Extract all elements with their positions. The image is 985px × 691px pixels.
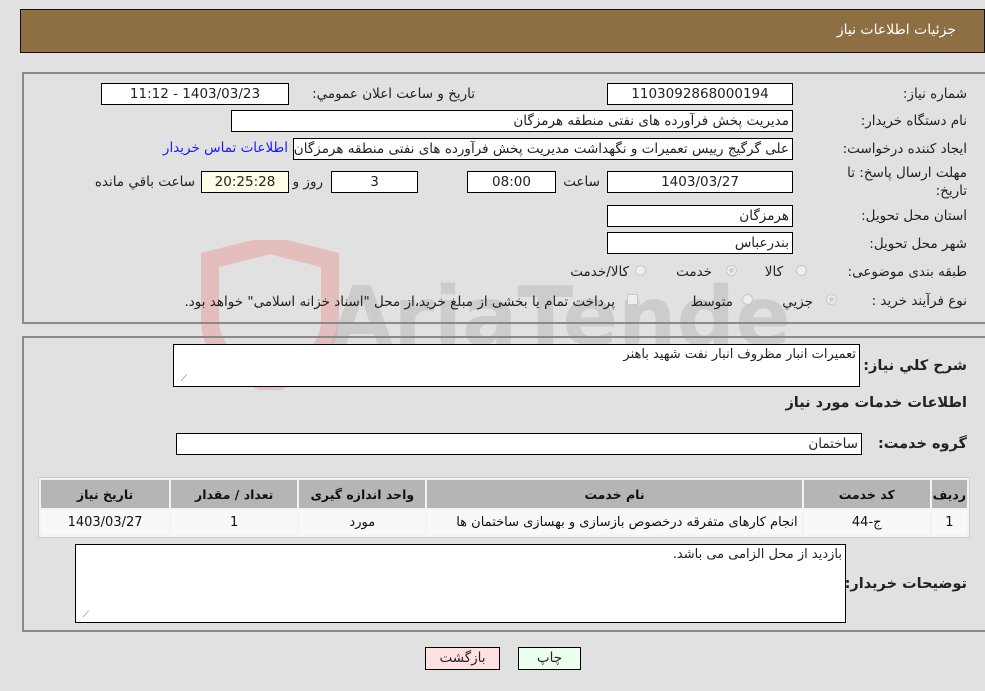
city-label: شهر محل تحويل:	[869, 236, 967, 252]
purchase-type-label: نوع فرآيند خريد :	[871, 293, 967, 309]
print-button[interactable]: چاپ	[518, 647, 581, 670]
deadline-time-field[interactable]: 08:00	[467, 171, 556, 193]
cell-need-date: 1403/03/27	[41, 510, 170, 535]
purchase-type-radio-medium[interactable]	[742, 294, 753, 305]
col-header-quantity: تعداد / مقدار	[171, 480, 298, 508]
service-group-label: گروه خدمت:	[877, 436, 967, 452]
buyer-org-field[interactable]: مديريت پخش فرآورده هاى نفتى منطقه هرمزگا…	[231, 110, 793, 132]
category-label: طبقه بندی موضوعی:	[847, 264, 967, 280]
need-number-field[interactable]: 1103092868000194	[607, 83, 793, 105]
cell-unit: مورد	[299, 510, 426, 535]
buyer-notes-text: بازديد از محل الزامى مى باشد.	[672, 547, 842, 562]
services-heading: اطلاعات خدمات مورد نياز	[785, 395, 967, 411]
province-field[interactable]: هرمزگان	[607, 205, 793, 227]
need-number-label: شماره نیاز:	[902, 86, 967, 102]
col-header-need-date: تاريخ نياز	[41, 480, 170, 508]
time-remaining-label: ساعت باقي مانده	[94, 174, 195, 190]
category-option-goods-service: کالا/خدمت	[570, 264, 629, 280]
deadline-date-field[interactable]: 1403/03/27	[607, 171, 793, 193]
category-radio-service[interactable]	[726, 265, 737, 276]
days-remaining-field[interactable]: 3	[331, 171, 418, 193]
resize-grip-icon[interactable]: ⟋	[177, 374, 187, 384]
page-header: جزئیات اطلاعات نیاز	[20, 9, 985, 53]
description-textarea[interactable]: تعميرات انبار مظروف انبار نفت شهيد باهنر…	[173, 344, 860, 387]
category-option-goods: کالا	[764, 264, 783, 280]
table-row: 1 ج-44 انجام کارهای متفرقه درخصوص بازساز…	[41, 510, 967, 535]
deadline-label-line1: مهلت ارسال پاسخ: تا	[847, 165, 967, 181]
category-radio-goods-service[interactable]	[635, 265, 646, 276]
buyer-contact-link[interactable]: اطلاعات تماس خريدار	[163, 140, 288, 156]
table-header-row: رديف کد خدمت نام خدمت واحد اندازه گيری ت…	[41, 480, 967, 508]
service-group-field[interactable]: ساختمان	[176, 433, 862, 455]
treasury-note: پرداخت تمام يا بخشى از مبلغ خريد،از محل …	[184, 294, 615, 310]
buyer-org-label: نام دستگاه خريدار:	[860, 113, 967, 129]
services-table: رديف کد خدمت نام خدمت واحد اندازه گيری ت…	[38, 477, 970, 538]
back-button[interactable]: بازگشت	[425, 647, 500, 670]
cell-service-name: انجام کارهای متفرقه درخصوص بازسازی و بهس…	[427, 510, 802, 535]
purchase-type-option-medium: متوسط	[690, 294, 733, 310]
buyer-notes-label: توضيحات خريدار:	[844, 576, 967, 592]
requester-label: ايجاد کننده درخواست:	[842, 141, 967, 157]
cell-quantity: 1	[171, 510, 298, 535]
description-text: تعميرات انبار مظروف انبار نفت شهيد باهنر	[623, 347, 856, 362]
announce-datetime-label: تاریخ و ساعت اعلان عمومي:	[312, 86, 475, 102]
col-header-service-name: نام خدمت	[427, 480, 802, 508]
purchase-type-option-minor: جزيي	[782, 294, 813, 310]
cell-service-code: ج-44	[803, 510, 930, 535]
category-radio-goods[interactable]	[796, 265, 807, 276]
resize-grip-icon[interactable]: ⟋	[79, 610, 89, 620]
col-header-row-number: رديف	[931, 480, 967, 508]
announce-datetime-field[interactable]: 1403/03/23 - 11:12	[101, 83, 289, 105]
col-header-service-code: کد خدمت	[803, 480, 930, 508]
province-label: استان محل تحويل:	[861, 208, 967, 224]
deadline-label-line2: تاريخ:	[935, 183, 967, 199]
city-field[interactable]: بندرعباس	[607, 232, 793, 254]
requester-field[interactable]: على گرگيج رييس تعميرات و نگهداشت مديريت …	[293, 138, 793, 160]
buyer-notes-textarea[interactable]: بازديد از محل الزامى مى باشد. ⟋	[75, 544, 846, 623]
time-remaining-field: 20:25:28	[201, 171, 289, 193]
category-option-service: خدمت	[676, 264, 712, 280]
cell-row-number: 1	[931, 510, 967, 535]
page-title: جزئیات اطلاعات نیاز	[836, 22, 956, 38]
col-header-unit: واحد اندازه گيری	[299, 480, 426, 508]
description-label: شرح کلي نياز:	[863, 358, 967, 374]
deadline-time-label: ساعت	[563, 174, 600, 190]
purchase-type-radio-minor[interactable]	[826, 294, 837, 305]
days-label: روز و	[292, 174, 323, 190]
treasury-checkbox[interactable]	[627, 294, 638, 305]
